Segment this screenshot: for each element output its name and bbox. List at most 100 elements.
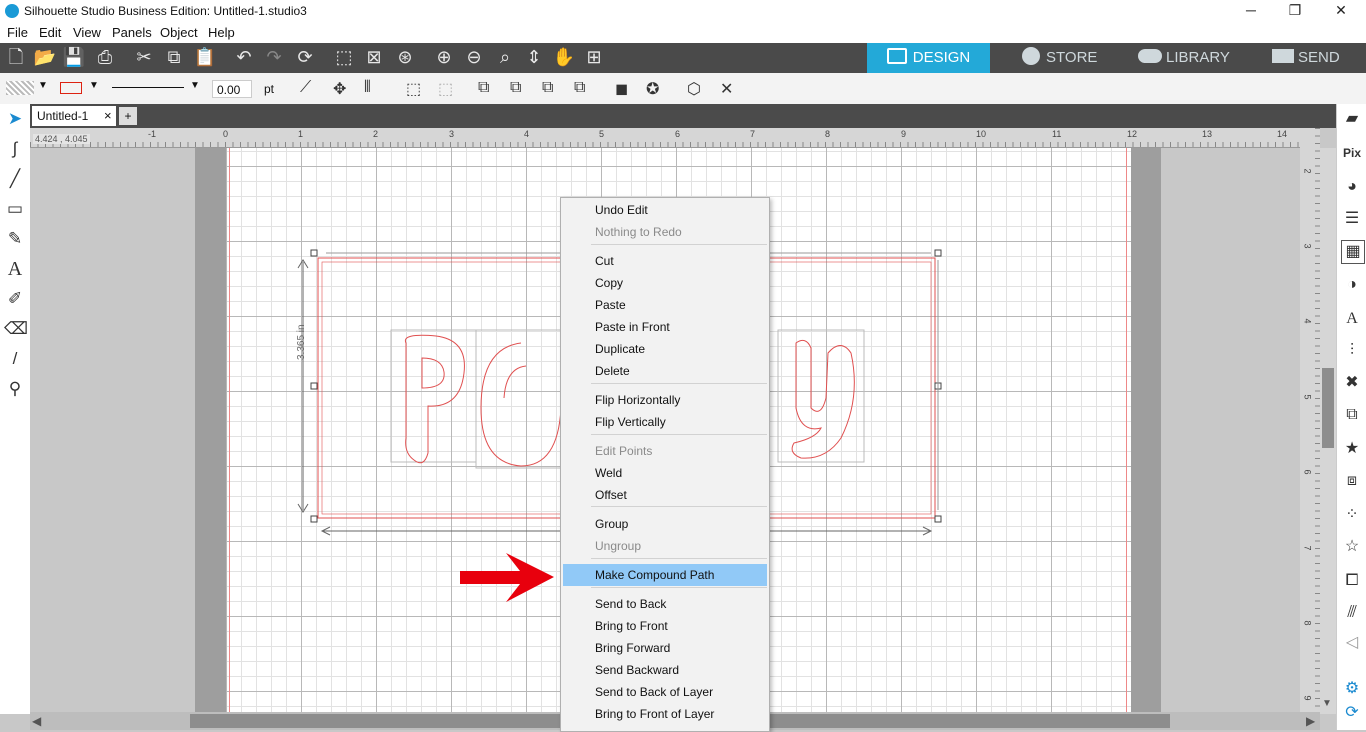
menu-view[interactable]: View	[73, 25, 101, 40]
star-icon[interactable]: ✪	[646, 79, 659, 99]
menu-panels[interactable]: Panels	[112, 25, 152, 40]
menu-item-send-to-back[interactable]: Send to Back	[563, 593, 767, 615]
save-icon[interactable]: 💾	[62, 43, 86, 71]
cut-icon[interactable]: ✂	[132, 43, 156, 71]
menu-item-paste-in-front[interactable]: Paste in Front	[563, 316, 767, 338]
print-icon[interactable]: ⎙	[93, 43, 117, 71]
menu-item-nothing-to-redo[interactable]: Nothing to Redo	[563, 221, 767, 243]
scroll-left-icon[interactable]: ◀	[32, 714, 41, 728]
menu-item-flip-horizontally[interactable]: Flip Horizontally	[563, 389, 767, 411]
modify-icon[interactable]: ★	[1341, 438, 1363, 460]
chevron-down-icon[interactable]: ▼	[38, 80, 48, 91]
line-width-input[interactable]: 0.00	[212, 80, 252, 98]
copy-icon[interactable]: ⧉	[162, 43, 186, 71]
document-tab[interactable]: Untitled-1 ×	[32, 106, 116, 126]
sketch-icon[interactable]: ✐	[4, 288, 26, 310]
new-file-icon[interactable]: 🗋	[4, 43, 28, 71]
transform-panel-icon[interactable]: ✖	[1341, 372, 1363, 394]
ungroup-icon[interactable]: ⧉	[510, 79, 521, 97]
tab-design[interactable]: DESIGN	[867, 43, 990, 73]
line-tool-icon[interactable]: ╱	[4, 168, 26, 190]
add-tab-button[interactable]: +	[119, 107, 137, 125]
shapes-icon[interactable]: ◼	[615, 79, 628, 99]
gradient-icon[interactable]: ◑	[1341, 274, 1363, 296]
zoom-select-icon[interactable]: ⌕	[493, 43, 517, 71]
line-style-select[interactable]	[112, 87, 184, 88]
menu-item-bring-to-front[interactable]: Bring to Front	[563, 615, 767, 637]
vertical-scrollbar[interactable]: ▼	[1320, 148, 1336, 714]
line-color-swatch[interactable]	[60, 82, 82, 94]
eyedropper-icon[interactable]: ⚲	[4, 378, 26, 400]
compound-path-icon[interactable]: ⧉	[542, 79, 553, 97]
undo-icon[interactable]: ↶	[232, 43, 256, 71]
knife-icon[interactable]: /	[4, 348, 26, 370]
replicate-icon[interactable]: ⬚	[438, 79, 453, 99]
tab-store[interactable]: STORE	[1022, 43, 1097, 73]
close-tab-icon[interactable]: ×	[104, 108, 112, 123]
palette-icon[interactable]: ◕	[1341, 176, 1363, 198]
fit-to-page-icon[interactable]: ⇕	[522, 43, 546, 71]
menu-help[interactable]: Help	[208, 25, 235, 40]
menu-item-cut[interactable]: Cut	[563, 250, 767, 272]
pixscan-icon[interactable]: Pix	[1341, 142, 1363, 164]
menu-item-send-to-back-of-layer[interactable]: Send to Back of Layer	[563, 681, 767, 703]
line-style-icon[interactable]: ☰	[1341, 208, 1363, 230]
scroll-right-icon[interactable]: ▶	[1306, 714, 1315, 728]
fill-pattern-swatch[interactable]	[6, 81, 34, 95]
library-star-icon[interactable]: ☆	[1341, 536, 1363, 558]
page-setup-icon[interactable]: ▰	[1341, 108, 1363, 130]
offset-icon[interactable]: ⧈	[1341, 470, 1363, 492]
menu-item-bring-forward[interactable]: Bring Forward	[563, 637, 767, 659]
menu-item-weld[interactable]: Weld	[563, 462, 767, 484]
selection-handle[interactable]	[310, 249, 318, 257]
rectangle-icon[interactable]: ▭	[4, 198, 26, 220]
text-tool-icon[interactable]: A	[4, 258, 26, 280]
restore-icon[interactable]: ❐	[1285, 2, 1305, 19]
eraser-icon[interactable]: ⌫	[4, 318, 28, 340]
menu-item-paste[interactable]: Paste	[563, 294, 767, 316]
menu-item-make-compound-path[interactable]: Make Compound Path	[563, 564, 767, 586]
open-folder-icon[interactable]: 📂	[33, 43, 57, 71]
menu-object[interactable]: Object	[160, 25, 198, 40]
line-tool-icon[interactable]: ⟋	[300, 79, 311, 97]
menu-item-group[interactable]: Group	[563, 513, 767, 535]
sketch-panel-icon[interactable]: ⫻	[1341, 602, 1363, 624]
scroll-down-icon[interactable]: ▼	[1322, 698, 1332, 709]
move-icon[interactable]: ✥	[333, 79, 346, 99]
fill-pattern-icon[interactable]: ▦	[1341, 240, 1365, 264]
select-by-color-icon[interactable]: ⊛	[393, 43, 417, 71]
zoom-in-icon[interactable]: ⊕	[432, 43, 456, 71]
menu-item-bring-to-front-of-layer[interactable]: Bring to Front of Layer	[563, 703, 767, 725]
layers-icon[interactable]: ⧠	[1341, 570, 1363, 592]
close-x-icon[interactable]: ✕	[720, 79, 733, 99]
pencil-icon[interactable]: ✎	[4, 228, 26, 250]
close-window-icon[interactable]: ✕	[1331, 2, 1351, 19]
align-panel-icon[interactable]: ⫶	[1341, 340, 1363, 362]
transform-icon[interactable]: ⬚	[406, 79, 421, 99]
text-style-icon[interactable]: A	[1341, 308, 1363, 330]
sync-icon[interactable]: ⟳	[1341, 702, 1363, 724]
chevron-down-icon[interactable]: ▼	[190, 80, 200, 91]
3d-box-icon[interactable]: ⬡	[687, 79, 701, 99]
settings-gear-icon[interactable]: ⚙	[1341, 678, 1363, 700]
zoom-out-icon[interactable]: ⊖	[462, 43, 486, 71]
menu-item-flip-vertically[interactable]: Flip Vertically	[563, 411, 767, 433]
menu-item-offset[interactable]: Offset	[563, 484, 767, 506]
replicate-panel-icon[interactable]: ⧉	[1341, 404, 1363, 426]
pan-hand-icon[interactable]: ✋	[552, 43, 576, 71]
point-edit-icon[interactable]: ∫	[4, 138, 26, 160]
selection-handle[interactable]	[310, 382, 318, 390]
menu-item-delete[interactable]: Delete	[563, 360, 767, 382]
trace-icon[interactable]: ⁘	[1341, 504, 1363, 526]
selection-handle[interactable]	[934, 515, 942, 523]
menu-item-undo-edit[interactable]: Undo Edit	[563, 199, 767, 221]
menu-item-send-backward[interactable]: Send Backward	[563, 659, 767, 681]
collapse-arrow-icon[interactable]: ◁	[1341, 632, 1363, 654]
minimize-icon[interactable]: ─	[1241, 2, 1261, 18]
tab-send[interactable]: SEND	[1272, 43, 1340, 73]
refresh-icon[interactable]: ⟳	[293, 43, 317, 71]
chevron-down-icon[interactable]: ▼	[89, 80, 99, 91]
align-icon[interactable]: ⫴	[364, 79, 371, 97]
selection-handle[interactable]	[310, 515, 318, 523]
deselect-icon[interactable]: ⊠	[362, 43, 386, 71]
